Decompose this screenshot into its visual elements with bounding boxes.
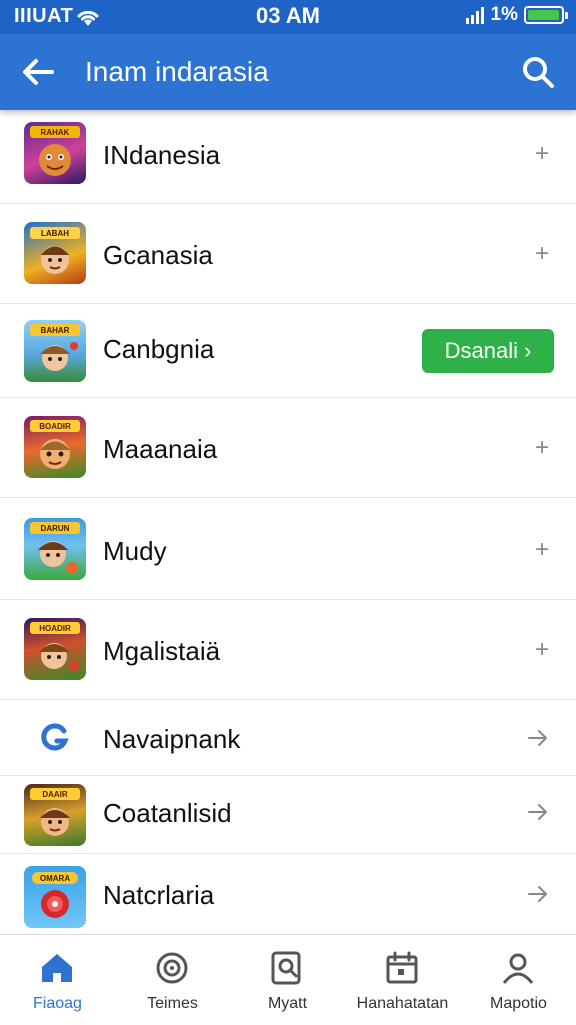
arrow-left-icon[interactable] (20, 54, 56, 90)
list-item[interactable]: RAHAK INdanesia + (0, 110, 576, 204)
list-item[interactable]: DARUN Mudy + (0, 498, 576, 600)
item-label: Gcanasia (103, 240, 213, 270)
thumb-logo-text: RAHAK (41, 128, 70, 137)
tab-search[interactable]: Myatt (230, 935, 345, 1025)
thumb-logo-text: OMARA (40, 874, 70, 883)
download-button[interactable]: Dsanali › (422, 329, 554, 373)
tab-label: Teimes (147, 995, 198, 1012)
battery-icon (524, 6, 568, 24)
thumb-logo-text: HOADIR (39, 624, 71, 633)
arrow-right-icon[interactable] (526, 882, 550, 906)
add-icon[interactable]: + (532, 434, 552, 462)
game-thumbnail: OMARA (24, 866, 86, 928)
tab-home[interactable]: Fiaoag (0, 935, 115, 1025)
item-label: Mudy (103, 536, 167, 566)
status-bar: IIIUAT 03 AM 1% (0, 0, 576, 34)
item-label: Natcrlaria (103, 880, 215, 910)
list-item[interactable]: DAAIR Coatanlisid (0, 776, 576, 854)
list-item[interactable]: Navaipnank (0, 700, 576, 776)
list-item[interactable]: OMARA Natcrlaria (0, 854, 576, 934)
list-item[interactable]: BAHAR Canbgnia Dsanali › (0, 304, 576, 398)
tab-label: Myatt (267, 995, 308, 1012)
add-icon[interactable]: + (532, 240, 552, 268)
game-thumbnail: BAHAR (24, 320, 86, 382)
app-bar: Inam indarasia (0, 34, 576, 110)
download-button-label: Dsanali › (444, 338, 532, 363)
tab-profile[interactable]: Mapotio (461, 935, 576, 1025)
add-icon[interactable]: + (532, 536, 552, 564)
tab-calendar[interactable]: Hanahatatan (345, 935, 460, 1025)
thumb-logo-text: DARUN (41, 524, 70, 533)
app-logo-icon (41, 723, 69, 751)
game-thumbnail: DAAIR (24, 784, 86, 846)
game-thumbnail: LABAH (24, 222, 86, 284)
list-item[interactable]: BOADIR Maaanaia + (0, 398, 576, 498)
search-doc-icon (271, 951, 301, 985)
tab-label: Mapotio (490, 995, 547, 1012)
battery-percent: 1% (490, 4, 518, 25)
list-item[interactable]: LABAH Gcanasia + (0, 204, 576, 304)
arrow-right-icon[interactable] (526, 800, 550, 824)
list-item[interactable]: HOADIR Mgalistaiä + (0, 600, 576, 700)
home-icon (42, 954, 72, 982)
item-label: Navaipnank (103, 724, 241, 754)
page-title: Inam indarasia (85, 56, 269, 87)
thumb-logo-text: DAAIR (42, 790, 68, 799)
search-icon[interactable] (520, 54, 556, 90)
status-right: 1% (465, 4, 568, 26)
add-icon[interactable]: + (532, 636, 552, 664)
calendar-icon (386, 951, 418, 984)
item-label: Mgalistaiä (103, 636, 221, 666)
thumb-logo-text: BAHAR (41, 326, 70, 335)
profile-icon (502, 953, 534, 984)
item-label: Canbgnia (103, 334, 215, 364)
thumb-logo-text: LABAH (41, 229, 69, 238)
game-thumbnail: BOADIR (24, 416, 86, 478)
target-icon (156, 952, 188, 984)
game-thumbnail: DARUN (24, 518, 86, 580)
item-label: INdanesia (103, 140, 221, 170)
add-icon[interactable]: + (532, 140, 552, 168)
tab-games[interactable]: Teimes (115, 935, 230, 1025)
thumb-logo-text: BOADIR (39, 422, 71, 431)
game-thumbnail: RAHAK (24, 122, 86, 184)
item-label: Maaanaia (103, 434, 218, 464)
game-thumbnail: HOADIR (24, 618, 86, 680)
signal-icon (465, 7, 484, 24)
tab-label: Fiaoag (33, 995, 82, 1012)
bottom-tab-bar: Fiaoag Teimes Myatt Hanahatatan Mapotio (0, 934, 576, 1025)
item-label: Coatanlisid (103, 798, 232, 828)
tab-label: Hanahatatan (356, 995, 449, 1012)
arrow-right-icon[interactable] (526, 726, 550, 750)
